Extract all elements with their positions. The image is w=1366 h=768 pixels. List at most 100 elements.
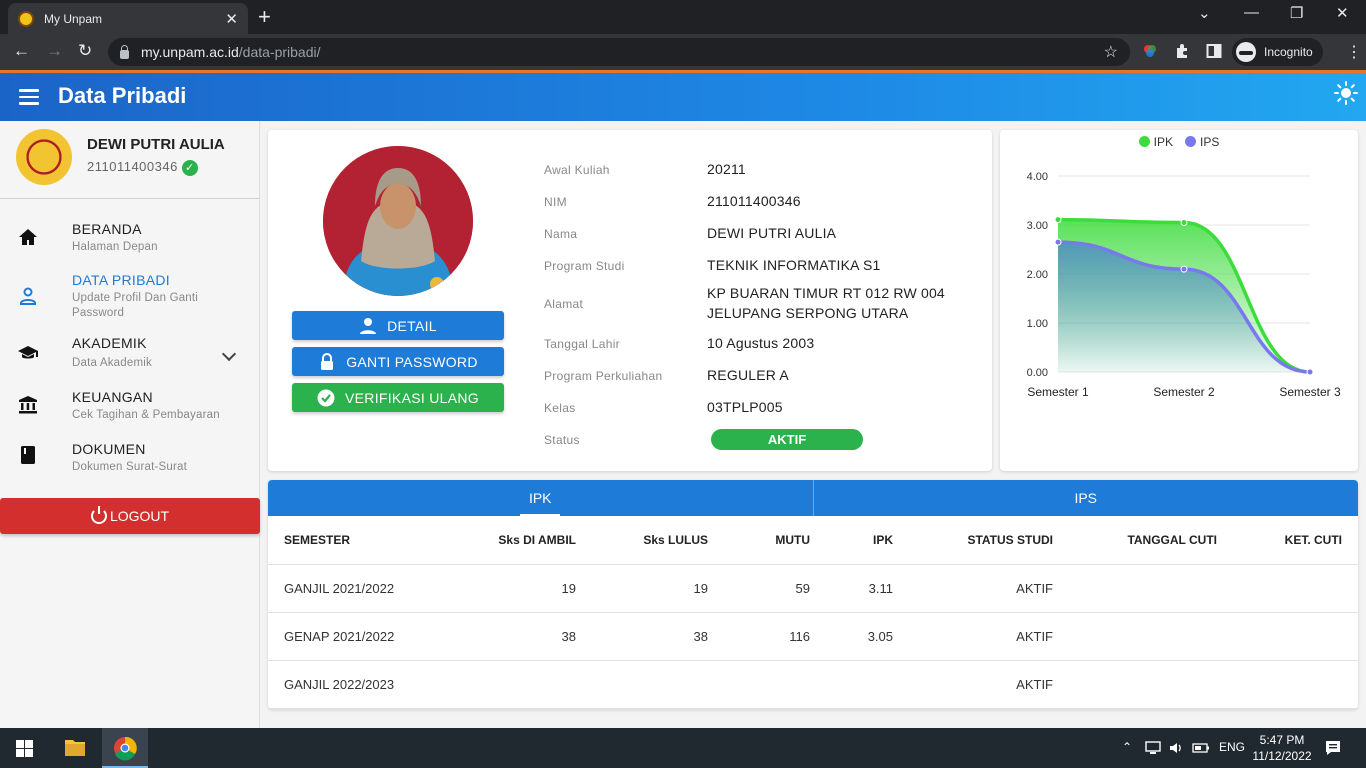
col-header-sks-diambil: Sks DI AMBIL: [448, 516, 576, 565]
col-header-tanggal-cuti: TANGGAL CUTI: [1053, 516, 1217, 565]
cell-tanggal-cuti: [1053, 660, 1217, 709]
extensions-puzzle-icon[interactable]: [1174, 43, 1190, 59]
verified-badge-icon: [317, 389, 335, 406]
data-point-ipk[interactable]: [1180, 219, 1188, 227]
tab-ipk[interactable]: IPK: [268, 480, 813, 516]
tab-ips[interactable]: IPS: [812, 480, 1359, 516]
cell-tanggal-cuti: [1053, 564, 1217, 613]
person-outline-icon: [20, 287, 36, 305]
chrome-taskbar-button[interactable]: [102, 728, 148, 768]
cell-mutu: [708, 660, 810, 709]
sidebar-item-sub: Halaman Depan: [72, 241, 158, 253]
x-tick-label: Semester 1: [1027, 385, 1089, 399]
table-row: GENAP 2021/2022 38 38 116 3.05 AKTIF: [268, 612, 1358, 661]
sidebar-item-dokumen[interactable]: DOKUMEN Dokumen Surat-Surat: [0, 441, 260, 481]
info-label: NIM: [544, 195, 567, 209]
info-value: 10 Agustus 2003: [707, 335, 815, 351]
cell-mutu: 59: [708, 564, 810, 613]
incognito-badge[interactable]: Incognito: [1232, 38, 1323, 66]
cell-sks-lulus: [576, 660, 708, 709]
info-value: REGULER A: [707, 367, 789, 383]
windows-start-icon[interactable]: [16, 740, 33, 757]
color-extension-icon[interactable]: [1142, 43, 1158, 59]
legend-ipk[interactable]: IPK: [1138, 135, 1173, 149]
clock-time: 5:47 PM: [1259, 733, 1305, 747]
back-button[interactable]: ←: [13, 41, 30, 61]
sidebar-item-akademik[interactable]: AKADEMIK Data Akademik: [0, 335, 260, 375]
browser-tabstrip: My Unpam ✕ + ⌄ — ❐ ✕: [0, 0, 1366, 34]
chart-legend: IPK IPS: [1000, 135, 1358, 149]
home-icon: [19, 229, 37, 245]
hamburger-menu-icon[interactable]: [19, 89, 39, 105]
y-tick-label: 2.00: [1027, 269, 1048, 281]
grades-tabs: IPK IPS: [268, 480, 1358, 516]
legend-swatch-ips: [1185, 136, 1196, 147]
sidebar-item-sub: Update Profil Dan Ganti Password: [72, 292, 199, 319]
info-value: KP BUARAN TIMUR RT 012 RW 004 JELUPANG S…: [707, 285, 945, 321]
bookmark-star-icon[interactable]: ☆: [1104, 42, 1118, 62]
info-label: Kelas: [544, 401, 576, 415]
sidebar-item-label: BERANDA: [72, 221, 142, 237]
tab-search-icon[interactable]: ⌄: [1198, 4, 1211, 22]
browser-toolbar: ← → ↻ my.unpam.ac.id/data-pribadi/ ☆ Inc…: [0, 34, 1366, 70]
chrome-icon: [114, 736, 137, 761]
book-icon: [21, 446, 35, 464]
sidebar-item-keuangan[interactable]: KEUANGAN Cek Tagihan & Pembayaran: [0, 389, 260, 429]
show-hidden-icons-icon[interactable]: ⌃: [1122, 740, 1132, 754]
reload-button[interactable]: ↻: [78, 41, 92, 61]
url-host: my.unpam.ac.id: [141, 44, 239, 60]
close-window-button[interactable]: ✕: [1336, 4, 1349, 22]
logout-button[interactable]: LOGOUT: [0, 498, 260, 534]
profile-card: DETAIL GANTI PASSWORD VERIFIKASI ULANG A…: [268, 130, 992, 471]
sidebar-item-beranda[interactable]: BERANDA Halaman Depan: [0, 221, 260, 261]
file-explorer-button[interactable]: [52, 728, 98, 768]
cell-status-studi: AKTIF: [893, 612, 1053, 661]
info-label: Alamat: [544, 297, 584, 311]
cell-sks-lulus: 19: [576, 564, 708, 613]
detail-button[interactable]: DETAIL: [292, 311, 504, 340]
col-header-sks-lulus: Sks LULUS: [576, 516, 708, 565]
legend-ips[interactable]: IPS: [1185, 135, 1219, 149]
folder-icon: [65, 740, 85, 756]
info-label: Program Perkuliahan: [544, 369, 663, 383]
network-icon[interactable]: [1145, 740, 1161, 756]
address-bar[interactable]: my.unpam.ac.id/data-pribadi/ ☆: [108, 38, 1130, 66]
system-clock[interactable]: 5:47 PM 11/12/2022: [1250, 732, 1314, 764]
language-indicator[interactable]: ENG: [1219, 740, 1245, 754]
notification-center-icon[interactable]: [1324, 739, 1342, 757]
sidebar-item-label: DATA PRIBADI: [72, 272, 170, 288]
data-point-ips[interactable]: [1306, 368, 1314, 376]
cell-ket-cuti: [1217, 660, 1358, 709]
change-password-label: GANTI PASSWORD: [346, 353, 478, 370]
browser-menu-icon[interactable]: ⋮: [1346, 42, 1362, 62]
info-label: Nama: [544, 227, 578, 241]
data-point-ips[interactable]: [1180, 265, 1188, 273]
data-point-ipk[interactable]: [1054, 216, 1062, 224]
windows-taskbar: ⌃ ENG 5:47 PM 11/12/2022: [0, 728, 1366, 768]
sidebar-item-label: DOKUMEN: [72, 441, 146, 457]
sidebar-item-data-pribadi[interactable]: DATA PRIBADI Update Profil Dan Ganti Pas…: [0, 272, 260, 322]
y-tick-label: 0.00: [1027, 367, 1048, 379]
close-tab-icon[interactable]: ✕: [225, 10, 238, 28]
restore-button[interactable]: ❐: [1290, 4, 1303, 22]
browser-tab[interactable]: My Unpam ✕: [8, 3, 248, 34]
cell-semester: GENAP 2021/2022: [268, 612, 448, 661]
minimize-button[interactable]: —: [1244, 4, 1259, 21]
data-point-ips[interactable]: [1054, 238, 1062, 246]
volume-icon[interactable]: [1168, 740, 1184, 756]
y-tick-label: 3.00: [1027, 220, 1048, 232]
lock-icon[interactable]: [120, 44, 129, 59]
info-value: TEKNIK INFORMATIKA S1: [707, 257, 881, 273]
forward-button[interactable]: →: [46, 41, 63, 61]
new-tab-button[interactable]: +: [258, 4, 271, 30]
sidebar-item-label: AKADEMIK: [72, 335, 147, 351]
col-header-ket-cuti: KET. CUTI: [1217, 516, 1358, 565]
reverify-button[interactable]: VERIFIKASI ULANG: [292, 383, 504, 412]
y-tick-label: 1.00: [1027, 318, 1048, 330]
battery-icon[interactable]: [1192, 741, 1210, 755]
change-password-button[interactable]: GANTI PASSWORD: [292, 347, 504, 376]
side-panel-icon[interactable]: [1206, 43, 1222, 59]
theme-toggle-sun-icon[interactable]: [1334, 81, 1358, 105]
reverify-label: VERIFIKASI ULANG: [345, 389, 479, 406]
cell-semester: GANJIL 2022/2023: [268, 660, 448, 709]
